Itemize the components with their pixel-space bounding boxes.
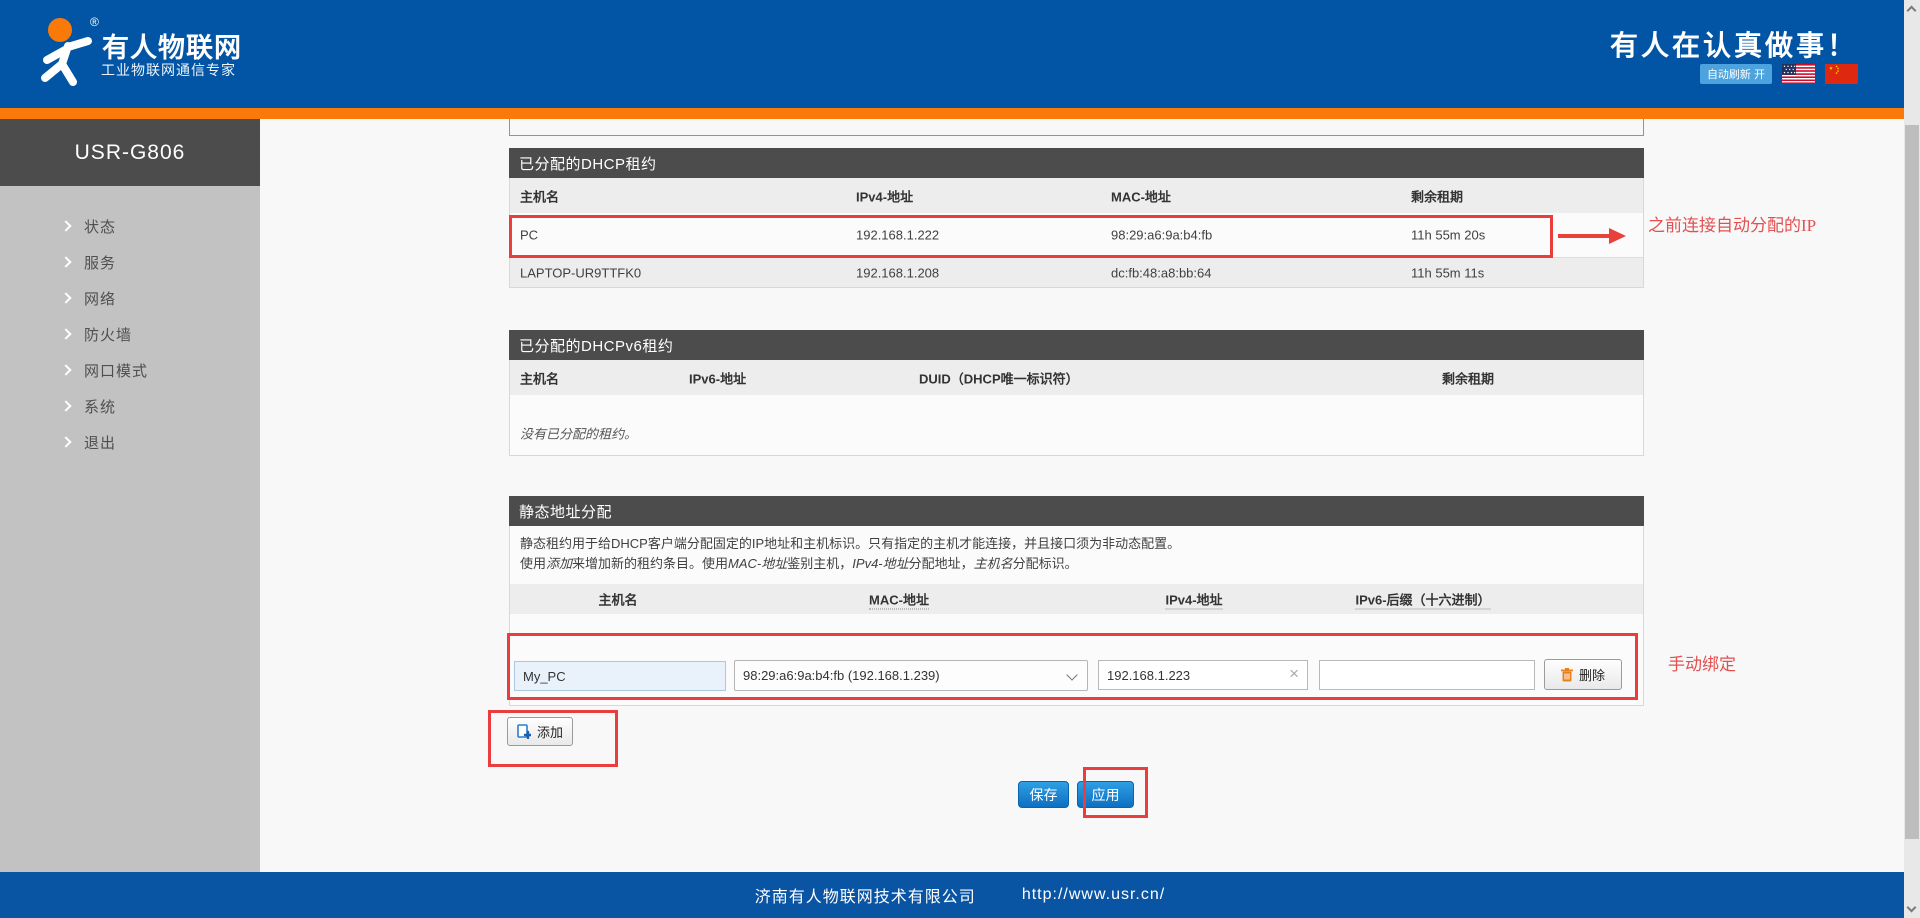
static-leases-title: 静态地址分配 (509, 496, 1644, 526)
cell-mac: dc:fb:48:a8:bb:64 (1111, 265, 1211, 280)
auto-refresh-toggle[interactable]: 自动刷新 开 (1700, 64, 1772, 84)
ipv4-input[interactable] (1098, 660, 1308, 690)
sidebar-item-status[interactable]: 状态 (0, 208, 260, 244)
cell-lease: 11h 55m 20s (1411, 228, 1485, 243)
dhcpv6-leases-section: 已分配的DHCPv6租约 主机名 IPv6-地址 DUID（DHCP唯一标识符）… (509, 330, 1644, 456)
device-model-title: USR-G806 (0, 119, 260, 186)
footer-company: 济南有人物联网技术有限公司 (755, 883, 976, 907)
accent-strip (0, 108, 1920, 119)
scrollbar-thumb[interactable] (1905, 125, 1919, 839)
dhcp-leases-title: 已分配的DHCP租约 (509, 148, 1644, 178)
sidebar: USR-G806 状态 服务 网络 防火墙 网口模式 系统 退出 (0, 119, 260, 872)
annotation-auto-ip: 之前连接自动分配的IP (1648, 211, 1816, 236)
col-ipv6-suffix: IPv6-后缀（十六进制） (1355, 590, 1490, 609)
col-duid: DUID（DHCP唯一标识符） (919, 368, 1079, 387)
scroll-down-icon[interactable] (1907, 903, 1917, 913)
brand-tagline: 工业物联网通信专家 (101, 60, 236, 80)
col-hostname: 主机名 (520, 368, 559, 387)
sidebar-item-services[interactable]: 服务 (0, 244, 260, 280)
footer-url[interactable]: http://www.usr.cn/ (1022, 886, 1165, 904)
chevron-right-icon (60, 292, 71, 303)
ipv6-suffix-input[interactable] (1319, 660, 1535, 690)
chevron-right-icon (60, 364, 71, 375)
col-mac: MAC-地址 (869, 590, 929, 609)
mac-select[interactable]: 98:29:a6:9a:b4:fb (192.168.1.239) (734, 660, 1088, 691)
static-header-row: 主机名 MAC-地址 IPv4-地址 IPv6-后缀（十六进制） (509, 584, 1644, 614)
router-admin-page: ® 有人物联网 工业物联网通信专家 有人在认真做事！ 自动刷新 开 (0, 0, 1920, 918)
col-mac: MAC-地址 (1111, 186, 1171, 205)
add-document-icon (517, 724, 531, 739)
sidebar-item-port-mode[interactable]: 网口模式 (0, 352, 260, 388)
annotation-arrow-head (1609, 228, 1626, 244)
apply-button[interactable]: 应用 (1077, 781, 1134, 808)
chevron-right-icon (60, 328, 71, 339)
col-ipv4: IPv4-地址 (856, 186, 913, 205)
static-leases-section: 静态地址分配 静态租约用于给DHCP客户端分配固定的IP地址和主机标识。只有指定… (509, 496, 1644, 706)
dhcp-leases-section: 已分配的DHCP租约 主机名 IPv4-地址 MAC-地址 剩余租期 PC 19… (509, 148, 1644, 288)
chevron-down-icon (1066, 669, 1077, 680)
brand-logo: ® (30, 12, 108, 94)
clipped-panel-bottom (509, 119, 1644, 136)
static-leases-description: 静态租约用于给DHCP客户端分配固定的IP地址和主机标识。只有指定的主机才能连接… (509, 526, 1644, 584)
sidebar-item-logout[interactable]: 退出 (0, 424, 260, 460)
desc-line-1: 静态租约用于给DHCP客户端分配固定的IP地址和主机标识。只有指定的主机才能连接… (520, 536, 1180, 551)
dhcpv6-header-row: 主机名 IPv6-地址 DUID（DHCP唯一标识符） 剩余租期 (510, 360, 1643, 395)
table-row-pc: PC 192.168.1.222 98:29:a6:9a:b4:fb 11h 5… (510, 213, 1643, 257)
chevron-right-icon (60, 400, 71, 411)
registered-mark: ® (90, 15, 99, 29)
clear-icon[interactable]: × (1289, 664, 1299, 684)
cell-ipv4: 192.168.1.222 (856, 228, 939, 243)
delete-button-label: 删除 (1579, 665, 1605, 684)
col-ipv4: IPv4-地址 (1165, 590, 1222, 609)
annotation-manual-bind: 手动绑定 (1668, 650, 1736, 675)
delete-button[interactable]: 删除 (1544, 659, 1622, 690)
cell-lease: 11h 55m 11s (1411, 265, 1484, 280)
cell-hostname: PC (520, 228, 538, 243)
add-button[interactable]: 添加 (507, 717, 573, 746)
sidebar-menu: 状态 服务 网络 防火墙 网口模式 系统 退出 (0, 186, 260, 460)
sidebar-item-firewall[interactable]: 防火墙 (0, 316, 260, 352)
cell-ipv4: 192.168.1.208 (856, 265, 939, 280)
chevron-right-icon (60, 256, 71, 267)
add-button-label: 添加 (537, 722, 563, 741)
col-hostname: 主机名 (598, 590, 637, 609)
footer: 济南有人物联网技术有限公司 http://www.usr.cn/ (0, 872, 1920, 918)
sidebar-item-network[interactable]: 网络 (0, 280, 260, 316)
cn-flag-icon[interactable] (1825, 64, 1858, 84)
chevron-right-icon (60, 436, 71, 447)
col-lease: 剩余租期 (1411, 186, 1463, 205)
dhcpv6-leases-title: 已分配的DHCPv6租约 (509, 330, 1644, 360)
chevron-right-icon (60, 220, 71, 231)
table-row-laptop: LAPTOP-UR9TTFK0 192.168.1.208 dc:fb:48:a… (510, 257, 1643, 287)
us-flag-icon[interactable] (1782, 64, 1815, 84)
col-lease: 剩余租期 (1442, 368, 1494, 387)
annotation-arrow (1558, 234, 1610, 238)
empty-leases-note: 没有已分配的租约。 (520, 424, 637, 443)
sidebar-item-system[interactable]: 系统 (0, 388, 260, 424)
header-controls: 自动刷新 开 (1700, 64, 1858, 84)
mac-select-value: 98:29:a6:9a:b4:fb (192.168.1.239) (743, 668, 940, 683)
hostname-input[interactable] (514, 661, 726, 691)
static-entry-row: 98:29:a6:9a:b4:fb (192.168.1.239) × 删除 (509, 614, 1644, 706)
scroll-up-icon[interactable] (1907, 6, 1917, 16)
ipv4-combo: × (1098, 660, 1308, 690)
desc-line-2: 使用添加来增加新的租约条目。使用MAC-地址鉴别主机，IPv4-地址分配地址，主… (520, 554, 1633, 574)
cell-hostname: LAPTOP-UR9TTFK0 (520, 265, 641, 280)
page-scrollbar[interactable] (1904, 0, 1920, 918)
save-button[interactable]: 保存 (1018, 781, 1069, 808)
header-slogan: 有人在认真做事！ (1610, 24, 1858, 64)
mascot-logo-icon: ® (30, 12, 108, 94)
col-hostname: 主机名 (520, 186, 559, 205)
trash-icon (1561, 668, 1573, 682)
top-header: ® 有人物联网 工业物联网通信专家 有人在认真做事！ 自动刷新 开 (0, 0, 1920, 108)
col-ipv6: IPv6-地址 (689, 368, 746, 387)
dhcp-leases-header-row: 主机名 IPv4-地址 MAC-地址 剩余租期 (510, 178, 1643, 213)
cell-mac: 98:29:a6:9a:b4:fb (1111, 228, 1212, 243)
dhcpv6-empty-row: 没有已分配的租约。 (510, 395, 1643, 455)
